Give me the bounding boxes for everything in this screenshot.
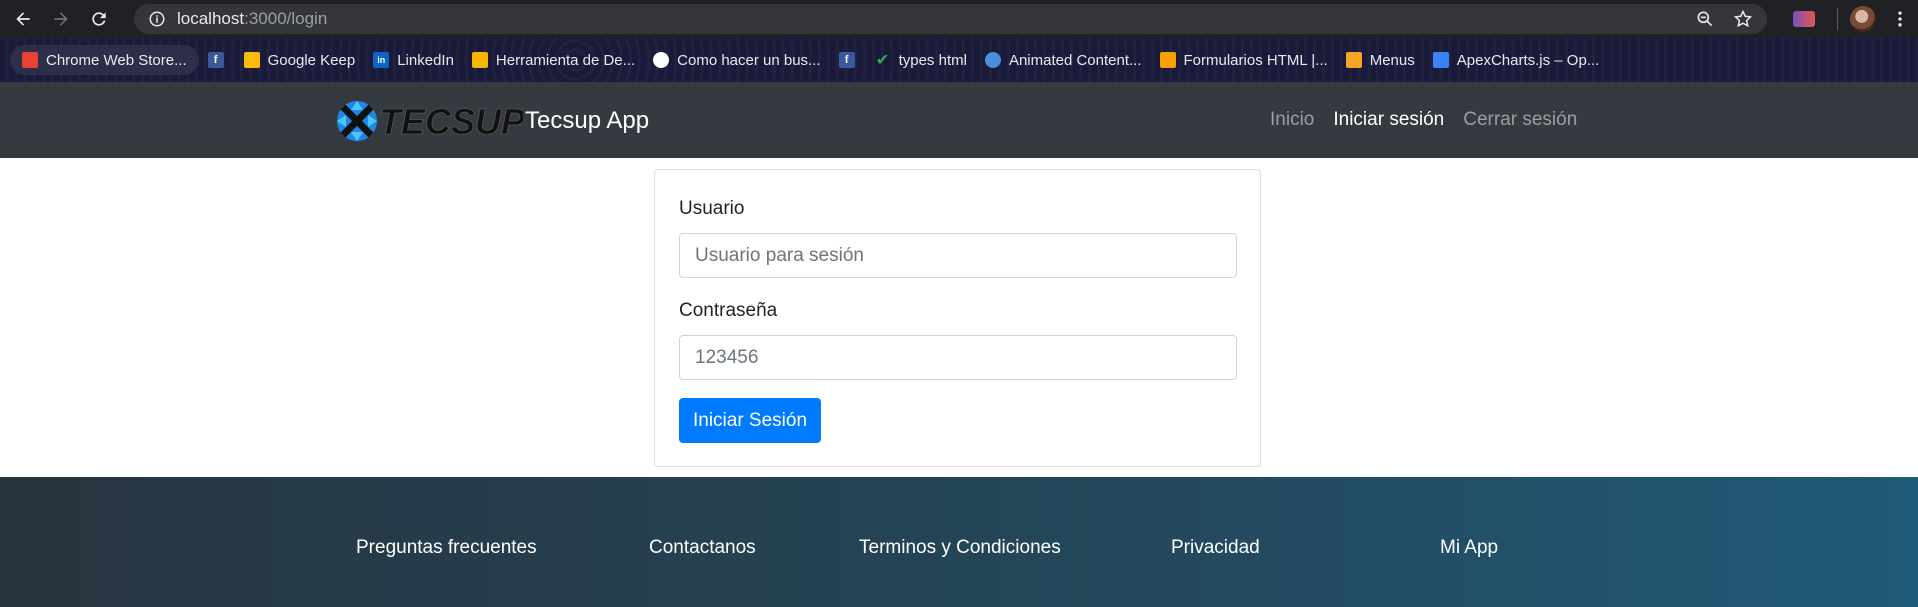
bookmark-item[interactable]: Menus [1337, 45, 1424, 75]
bookmark-label: types html [898, 51, 967, 69]
url-host: localhost [177, 9, 245, 28]
nav-link-cerrar-sesion[interactable]: Cerrar sesión [1463, 109, 1577, 131]
facebook-icon: f [207, 52, 224, 68]
navbar-brand[interactable]: TECSUP Tecsup App [333, 98, 649, 144]
bookmark-label: Formularios HTML |... [1183, 51, 1328, 69]
bookmark-label: LinkedIn [397, 51, 454, 69]
bookmark-label: Como hacer un bus... [677, 51, 821, 69]
bookmark-item[interactable]: in LinkedIn [364, 45, 463, 75]
browser-toolbar: localhost:3000/login [0, 0, 1918, 38]
login-button[interactable]: Iniciar Sesión [679, 398, 821, 443]
reload-icon [92, 12, 106, 26]
bookmark-item[interactable]: ApexCharts.js – Op... [1424, 45, 1609, 75]
user-label: Usuario [679, 198, 745, 219]
drop-icon [984, 52, 1001, 68]
bookmark-label: Herramienta de De... [495, 51, 636, 69]
nav-link-inicio[interactable]: Inicio [1270, 109, 1314, 131]
password-input[interactable] [679, 335, 1237, 380]
bookmark-item[interactable]: f [199, 45, 235, 75]
more-menu-icon[interactable] [1890, 9, 1910, 29]
footer: Preguntas frecuentes Contactanos Termino… [0, 477, 1918, 607]
bookmark-label: ApexCharts.js – Op... [1456, 51, 1600, 69]
bookmark-label: Google Keep [267, 51, 356, 69]
nav-link-iniciar-sesion[interactable]: Iniciar sesión [1333, 109, 1444, 131]
login-card: Usuario Contraseña Iniciar Sesión [654, 169, 1261, 467]
footer-link-my-app[interactable]: Mi App [1440, 537, 1498, 559]
footer-link-faq[interactable]: Preguntas frecuentes [356, 537, 537, 559]
address-bar[interactable]: localhost:3000/login [134, 4, 1767, 34]
navbar-links: Inicio Iniciar sesión Cerrar sesión [1270, 109, 1577, 131]
user-input[interactable] [679, 233, 1237, 278]
tecsup-logo: TECSUP [333, 98, 526, 144]
bookmark-item[interactable]: Formularios HTML |... [1151, 45, 1337, 75]
bookmark-item[interactable]: Chrome Web Store... [10, 45, 199, 75]
bookmarks-bar: Chrome Web Store... f Google Keep in LinkedI… [0, 38, 1918, 82]
arrow-left-icon [16, 12, 30, 26]
star-icon[interactable] [1733, 9, 1753, 29]
apexcharts-icon [1432, 52, 1449, 68]
form-icon [1159, 52, 1176, 68]
facebook-icon: f [838, 52, 855, 68]
toolbar-divider [1837, 8, 1838, 30]
info-icon [149, 11, 165, 27]
bookmark-item[interactable]: f [830, 45, 866, 75]
bookmark-label: Chrome Web Store... [46, 51, 187, 69]
bookmark-item[interactable]: Google Keep [235, 45, 365, 75]
menu-icon [1345, 52, 1362, 68]
zoom-icon[interactable] [1695, 9, 1715, 29]
back-button[interactable] [8, 4, 38, 34]
globe-icon [653, 52, 670, 68]
bookmark-item[interactable]: Animated Content... [976, 45, 1151, 75]
logo-text: TECSUP [379, 101, 523, 142]
url-path: :3000/login [244, 9, 328, 28]
arrow-right-icon [54, 12, 68, 26]
bookmark-item[interactable]: Herramienta de De... [463, 45, 644, 75]
extension-icon[interactable] [1793, 11, 1815, 27]
bookmark-label: Animated Content... [1008, 51, 1142, 69]
forward-button[interactable] [46, 4, 76, 34]
chrome-web-store-icon [22, 52, 38, 68]
footer-link-terms[interactable]: Terminos y Condiciones [859, 537, 1061, 559]
password-label: Contraseña [679, 300, 778, 321]
bookmark-item[interactable]: Como hacer un bus... [644, 45, 829, 75]
checkmark-icon: ✔ [875, 52, 890, 69]
linkedin-icon: in [373, 52, 390, 68]
footer-link-contact[interactable]: Contactanos [649, 537, 756, 559]
bookmark-item[interactable]: ✔ types html [866, 45, 976, 75]
brand-name: Tecsup App [525, 107, 650, 134]
app-navbar: TECSUP Tecsup App Inicio Iniciar sesión … [0, 82, 1918, 158]
dev-tool-icon [471, 52, 488, 68]
reload-button[interactable] [84, 4, 114, 34]
bookmark-label: Menus [1369, 51, 1415, 69]
profile-avatar[interactable] [1850, 6, 1876, 32]
google-keep-icon [243, 52, 260, 68]
url-text: localhost:3000/login [177, 9, 327, 29]
footer-link-privacy[interactable]: Privacidad [1171, 537, 1260, 559]
